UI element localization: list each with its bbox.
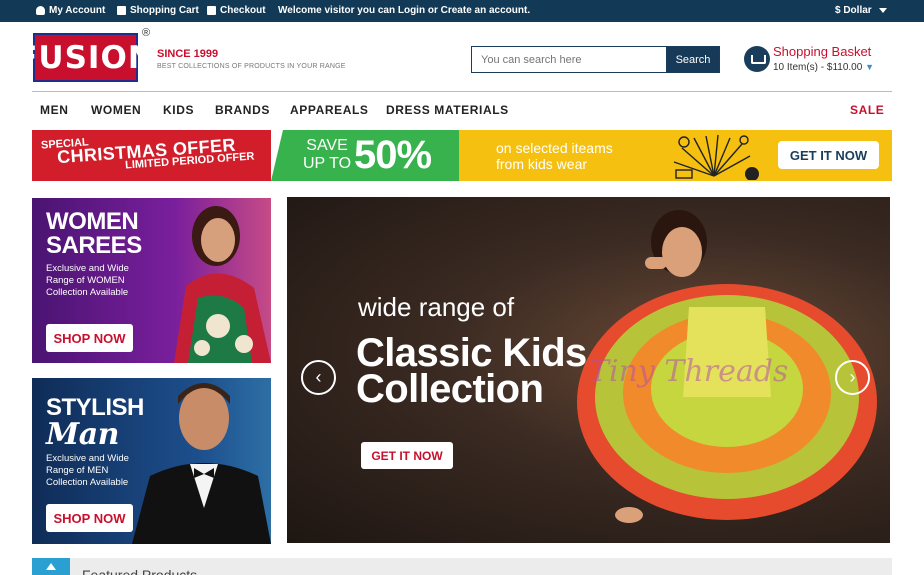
stylish-man-banner[interactable]: STYLISH Man Exclusive and Wide Range of … [32,378,271,544]
basket-summary[interactable]: 10 Item(s) - $110.00 ▼ [773,62,874,73]
welcome-text: Welcome visitor you can Login or Create … [278,5,531,16]
currency-selector[interactable]: $ Dollar [835,5,887,16]
promo-get-it-now-button[interactable]: GET IT NOW [778,141,879,169]
nav-item-dress-materials[interactable]: DRESS MATERIALS [386,103,509,117]
woman-model-image [174,206,271,363]
cart-icon [117,6,126,15]
women-title-line1: WOMEN [46,208,139,235]
main-nav: MEN WOMEN KIDS BRANDS APPAREALS DRESS MA… [32,92,892,128]
promo-selected-line1: on selected iteams [496,140,613,156]
my-account-link[interactable]: My Account [36,5,105,16]
slider-title: Classic Kids Collection [356,331,587,411]
registered-mark: ® [142,27,151,39]
chevron-down-icon [878,8,887,13]
shopping-basket-title[interactable]: Shopping Basket [773,44,871,59]
top-bar: My Account Shopping Cart Checkout Welcom… [0,0,924,22]
slider-title-line2: Collection [356,367,544,411]
nav-item-brands[interactable]: BRANDS [215,103,270,117]
checkout-icon [207,6,216,15]
chevron-right-icon[interactable]: › [835,360,870,395]
men-title-line2: Man [46,417,119,452]
men-shop-now-button[interactable]: SHOP NOW [46,504,133,532]
chevron-down-icon: ▼ [865,62,875,72]
search-input[interactable] [471,46,667,73]
slider-subtitle: wide range of [358,292,515,322]
promo-percent: 50% [354,133,432,177]
women-banner-title: WOMEN SAREES [46,210,142,258]
shopping-cart-label: Shopping Cart [130,5,199,16]
checkout-label: Checkout [220,5,266,16]
women-banner-description: Exclusive and Wide Range of WOMEN Collec… [46,263,129,298]
men-banner-title: STYLISH Man [46,396,144,450]
promo-banner[interactable]: SPECIAL CHRISTMAS OFFER LIMITED PERIOD O… [32,130,892,181]
search-button[interactable]: Search [666,46,720,73]
shopping-cart-link[interactable]: Shopping Cart [117,5,199,16]
men-banner-description: Exclusive and Wide Range of MEN Collecti… [46,453,129,488]
user-icon [36,6,45,15]
since-text: SINCE 1999 [157,48,219,60]
basket-items-text: 10 Item(s) - $110.00 [773,62,863,73]
featured-products-title: Featured Products [82,567,198,575]
checkout-link[interactable]: Checkout [207,5,266,16]
tagline: BEST COLLECTIONS OF PRODUCTS IN YOUR RAN… [157,63,346,70]
nav-item-kids[interactable]: KIDS [163,103,194,117]
women-title-line2: SAREES [46,232,142,259]
logo[interactable]: FUSION [16,33,154,82]
women-shop-now-button[interactable]: SHOP NOW [46,324,133,352]
featured-products-header: Featured Products [32,558,892,575]
chevron-left-icon[interactable]: ‹ [301,360,336,395]
women-sarees-banner[interactable]: WOMEN SAREES Exclusive and Wide Range of… [32,198,271,363]
currency-label: $ Dollar [835,5,872,16]
nav-item-women[interactable]: WOMEN [91,103,141,117]
slider-get-it-now-button[interactable]: GET IT NOW [361,442,453,469]
tiny-threads-watermark: Tiny Threads [589,354,789,389]
promo-save: SAVE [306,137,348,154]
nav-item-appareals[interactable]: APPAREALS [290,103,369,117]
featured-tag-icon [32,558,70,575]
nav-item-sale[interactable]: SALE [850,103,884,117]
nav-item-men[interactable]: MEN [40,103,68,117]
basket-icon[interactable] [744,46,770,72]
slider-title-line1: Classic Kids [356,331,587,375]
my-account-label: My Account [49,5,106,16]
firework-icon [673,134,759,180]
promo-upto: UP TO [303,155,352,172]
promo-selected-line2: from kids wear [496,156,588,172]
promo-save-text: SAVE UP TO [303,137,351,173]
promo-selected-text: on selected iteams from kids wear [496,140,613,172]
man-model-image [132,383,271,544]
hero-slider[interactable]: Tiny Threads wide range of Classic Kids … [287,197,890,543]
